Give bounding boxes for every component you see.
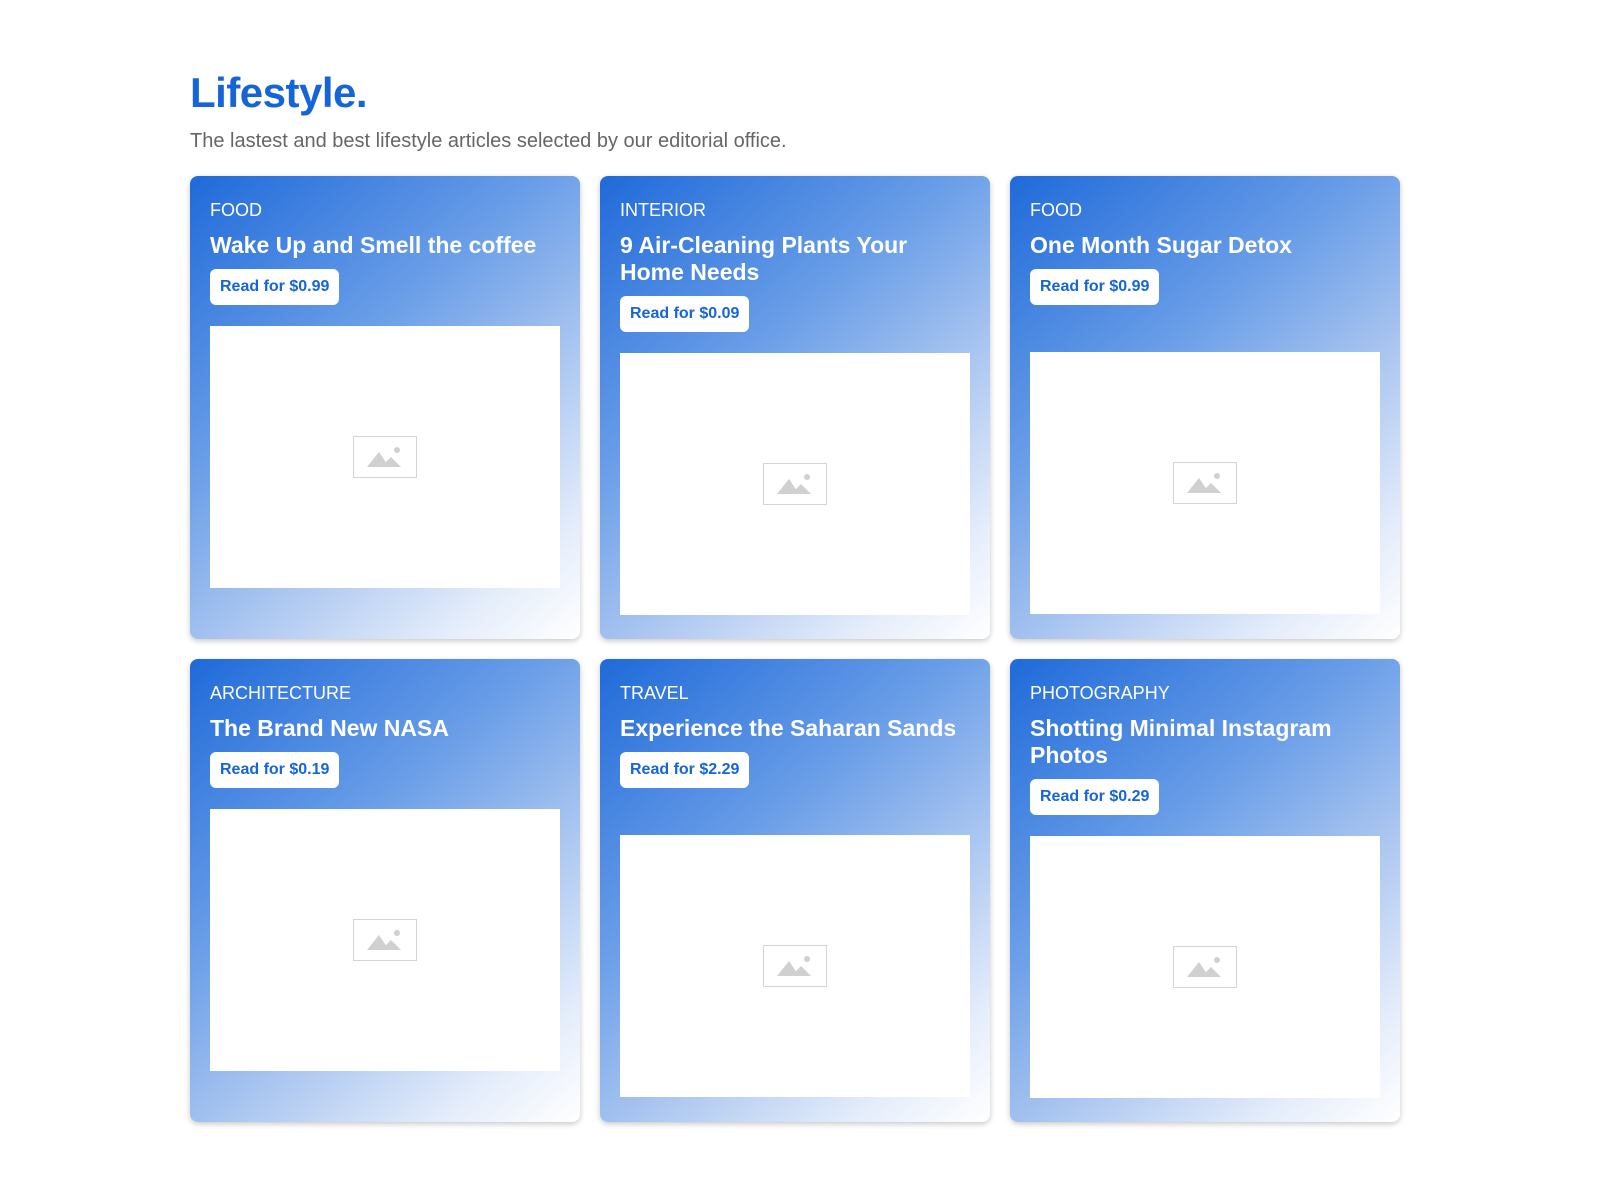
read-price-button[interactable]: Read for $0.09	[620, 296, 750, 332]
card-category: FOOD	[1030, 200, 1082, 220]
article-card[interactable]: PHOTOGRAPHY Shotting Minimal Instagram P…	[1010, 659, 1400, 1122]
read-price-button[interactable]: Read for $0.99	[1030, 269, 1160, 305]
article-grid: FOOD Wake Up and Smell the coffee Read f…	[190, 176, 1400, 1122]
card-category: INTERIOR	[620, 200, 707, 220]
image-placeholder-icon	[763, 463, 827, 505]
image-placeholder-icon	[1173, 462, 1237, 504]
card-category: PHOTOGRAPHY	[1030, 683, 1170, 703]
card-title[interactable]: Experience the Saharan Sands	[620, 715, 970, 742]
image-placeholder-icon	[353, 436, 417, 478]
image-placeholder-icon	[1173, 946, 1237, 988]
article-image[interactable]	[210, 326, 560, 588]
read-price-button[interactable]: Read for $0.19	[210, 752, 340, 788]
image-placeholder-icon	[763, 945, 827, 987]
article-card[interactable]: FOOD Wake Up and Smell the coffee Read f…	[190, 176, 580, 639]
lifestyle-section: Lifestyle. The lastest and best lifestyl…	[190, 68, 1400, 1122]
article-card[interactable]: ARCHITECTURE The Brand New NASA Read for…	[190, 659, 580, 1122]
card-title[interactable]: Wake Up and Smell the coffee	[210, 232, 560, 259]
article-image[interactable]	[210, 809, 560, 1071]
read-price-button[interactable]: Read for $2.29	[620, 752, 750, 788]
article-image[interactable]	[620, 835, 970, 1097]
card-category: ARCHITECTURE	[210, 683, 352, 703]
article-image[interactable]	[1030, 836, 1380, 1098]
card-title[interactable]: The Brand New NASA	[210, 715, 560, 742]
card-category: FOOD	[210, 200, 262, 220]
page-subtitle: The lastest and best lifestyle articles …	[190, 130, 787, 152]
article-card[interactable]: TRAVEL Experience the Saharan Sands Read…	[600, 659, 990, 1122]
article-card[interactable]: INTERIOR 9 Air-Cleaning Plants Your Home…	[600, 176, 990, 639]
read-price-button[interactable]: Read for $0.29	[1030, 779, 1160, 815]
card-title[interactable]: 9 Air-Cleaning Plants Your Home Needs	[620, 232, 970, 286]
article-image[interactable]	[1030, 352, 1380, 614]
card-category: TRAVEL	[620, 683, 689, 703]
image-placeholder-icon	[353, 919, 417, 961]
card-title[interactable]: Shotting Minimal Instagram Photos	[1030, 715, 1380, 769]
article-card[interactable]: FOOD One Month Sugar Detox Read for $0.9…	[1010, 176, 1400, 639]
article-image[interactable]	[620, 353, 970, 615]
read-price-button[interactable]: Read for $0.99	[210, 269, 340, 305]
page-title: Lifestyle.	[190, 69, 368, 116]
card-title[interactable]: One Month Sugar Detox	[1030, 232, 1380, 259]
